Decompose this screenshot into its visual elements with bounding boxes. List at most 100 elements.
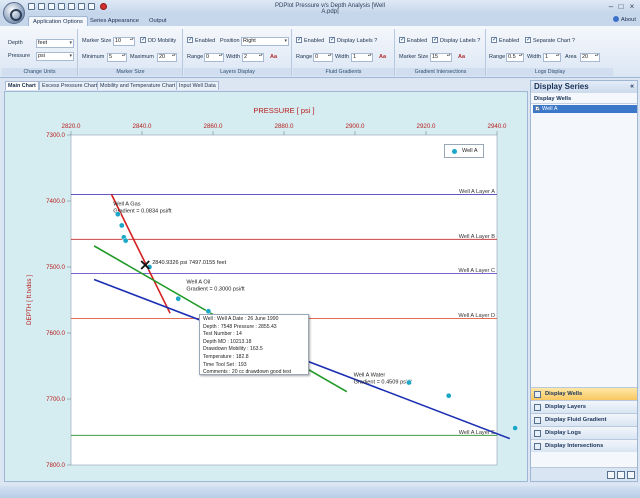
layers-enabled-check[interactable]	[187, 36, 193, 45]
ribbon: Depth feet Pressure psi Change Units Mar…	[0, 26, 640, 78]
minimum-label: Minimum	[82, 54, 105, 60]
x-tick-label: 2840.0	[133, 123, 152, 130]
tab-series-appearance[interactable]: Series Appearance	[86, 16, 143, 26]
marker-size-group-label: Marker Size	[79, 68, 182, 76]
position-label: Position	[220, 38, 240, 44]
tab-application-options[interactable]: Application Options	[28, 16, 88, 26]
display-intersections-button[interactable]: Display Intersections	[531, 439, 637, 452]
position-select[interactable]: Right	[241, 37, 289, 46]
fluid-display-labels-check[interactable]	[329, 36, 335, 45]
fluid-enabled-checkbox[interactable]: Enabled	[296, 36, 324, 46]
layers-enabled-label: Enabled	[195, 38, 216, 44]
dd-mobility-check[interactable]	[140, 36, 146, 45]
separate-chart-check[interactable]	[525, 36, 531, 45]
layers-range-input[interactable]: 0	[204, 53, 224, 62]
dd-mobility-checkbox[interactable]: DD Mobility	[140, 36, 176, 46]
ribbon-tab-bar: Application Options Series Appearance Ou…	[0, 14, 640, 26]
layers-width-input[interactable]: 2	[242, 53, 264, 62]
y-tick-label: 7800.0	[46, 462, 65, 469]
fluid-width-input[interactable]: 1	[351, 53, 373, 62]
panel-title: Display Series	[534, 82, 589, 91]
layers-enabled-checkbox[interactable]: Enabled	[187, 36, 216, 46]
chart-legend[interactable]: Well A	[444, 144, 484, 158]
print-icon[interactable]	[68, 3, 75, 10]
maximum-input[interactable]: 20	[157, 53, 177, 62]
gradient-value-label: Gradient = 0.3000 psi/ft	[186, 287, 245, 293]
panel-collapse-icon[interactable]: «	[630, 81, 634, 93]
tooltip-line: Comments : 20 cc drawdown good test	[203, 369, 292, 376]
intersections-display-labels-checkbox[interactable]: Display Labels ?	[432, 36, 480, 46]
gradient-intersections-group-label: Gradient Intersections	[396, 68, 485, 76]
layer-label: Well A Layer A	[459, 189, 495, 195]
panel-footer	[531, 467, 637, 481]
logs-display-group: Enabled Separate Chart ? Range 0.5 Width…	[487, 29, 613, 76]
area-input[interactable]: 20	[580, 53, 600, 62]
marker-size-label: Marker Size	[82, 38, 112, 44]
separate-chart-checkbox[interactable]: Separate Chart ?	[525, 36, 575, 46]
logs-icon	[534, 430, 541, 437]
depth-unit-select[interactable]: feet	[36, 39, 74, 48]
y-tick-label: 7600.0	[46, 330, 65, 337]
fluid-enabled-check[interactable]	[296, 36, 302, 45]
gradient-intersections-group: Enabled Display Labels ? Marker Size 15 …	[396, 29, 486, 76]
minimize-icon[interactable]: –	[606, 2, 616, 11]
plot-area	[70, 134, 498, 466]
fluid-font-icon[interactable]: Aa	[379, 53, 386, 62]
save-icon[interactable]	[48, 3, 55, 10]
intersections-display-labels-check[interactable]	[432, 36, 438, 45]
save-as-icon[interactable]	[58, 3, 65, 10]
display-fluid-gradient-label: Display Fluid Gradient	[545, 417, 607, 423]
application-menu-button[interactable]	[3, 2, 25, 24]
maximize-icon[interactable]: □	[616, 2, 626, 11]
fluid-display-labels-label: Display Labels ?	[337, 38, 378, 44]
tooltip-line: Temperature : 182.8	[203, 353, 249, 360]
x-tick-label: 2860.0	[204, 123, 223, 130]
display-fluid-gradient-button[interactable]: Display Fluid Gradient	[531, 413, 637, 426]
logs-width-input[interactable]: 1	[543, 53, 561, 62]
data-point	[118, 222, 125, 229]
intersections-enabled-checkbox[interactable]: Enabled	[399, 36, 427, 46]
panel-button-list: Display Wells Display Layers Display Flu…	[531, 387, 637, 452]
minimum-input[interactable]: 5	[107, 53, 127, 62]
well-checkbox[interactable]	[535, 105, 541, 113]
about-button[interactable]: About	[612, 16, 636, 23]
pressure-unit-select[interactable]: psi	[36, 52, 74, 61]
export-icon[interactable]	[88, 3, 95, 10]
chart-tab-bar: Main Chart Excess Pressure Chart Mobilit…	[4, 80, 528, 91]
tab-input-well-data[interactable]: Input Well Data	[176, 81, 219, 90]
print-preview-icon[interactable]	[78, 3, 85, 10]
y-axis-title: DEPTH [ ft.tvdss ]	[26, 275, 33, 325]
grid-icon[interactable]	[617, 471, 625, 479]
fluid-display-labels-checkbox[interactable]: Display Labels ?	[329, 36, 378, 46]
logs-enabled-checkbox[interactable]: Enabled	[491, 36, 519, 46]
new-file-icon[interactable]	[28, 3, 35, 10]
layers-font-icon[interactable]: Aa	[270, 53, 277, 62]
stop-icon[interactable]	[100, 3, 107, 10]
intersections-icon	[534, 443, 541, 450]
data-point	[115, 211, 121, 218]
display-logs-button[interactable]: Display Logs	[531, 426, 637, 439]
gradient-value-label: Gradient = 0.0834 psi/ft	[113, 209, 172, 215]
open-file-icon[interactable]	[38, 3, 45, 10]
intersections-font-icon[interactable]: Aa	[458, 53, 465, 62]
display-layers-button[interactable]: Display Layers	[531, 400, 637, 413]
y-tick-label: 7400.0	[46, 198, 65, 205]
well-item-label: Well A	[542, 106, 558, 112]
tab-excess-pressure-chart[interactable]: Excess Pressure Chart	[39, 81, 101, 90]
display-wells-button[interactable]: Display Wells	[531, 387, 637, 400]
gradient-name-label: Well A Oil	[186, 280, 210, 286]
marker-size-input[interactable]: 10	[113, 37, 135, 46]
intersections-enabled-check[interactable]	[399, 36, 405, 45]
tooltip-line: Test Number : 14	[203, 331, 242, 338]
chart-icon[interactable]	[607, 471, 615, 479]
close-icon[interactable]: ×	[627, 2, 637, 11]
tab-output[interactable]: Output	[145, 16, 170, 26]
logs-range-input[interactable]: 0.5	[506, 53, 524, 62]
fluid-range-input[interactable]: 0	[313, 53, 333, 62]
options-icon[interactable]	[627, 471, 635, 479]
well-list-item[interactable]: Well A	[533, 105, 637, 113]
logs-enabled-check[interactable]	[491, 36, 497, 45]
intersections-marker-size-input[interactable]: 15	[430, 53, 452, 62]
tab-main-chart[interactable]: Main Chart	[5, 81, 39, 90]
tab-mobility-temperature-chart[interactable]: Mobility and Temperature Chart	[97, 81, 179, 90]
